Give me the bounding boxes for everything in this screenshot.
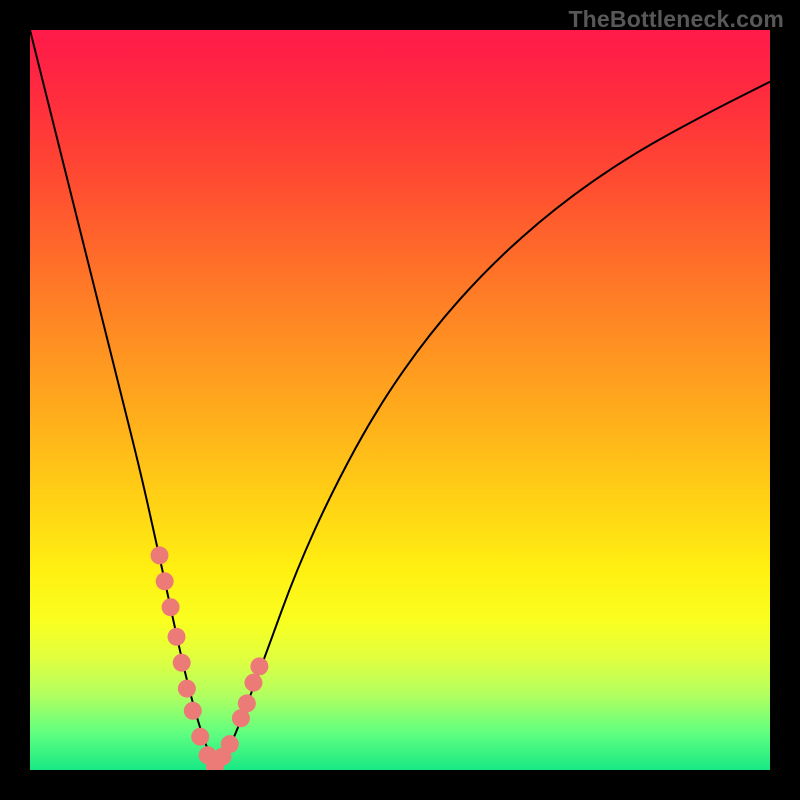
watermark-text: TheBottleneck.com [568, 6, 784, 33]
marker-group [151, 546, 269, 770]
data-marker [178, 680, 196, 698]
curve-layer [30, 30, 770, 770]
data-marker [168, 628, 186, 646]
data-marker [184, 702, 202, 720]
data-marker [244, 674, 262, 692]
bottleneck-curve [30, 30, 770, 761]
data-marker [250, 657, 268, 675]
data-marker [156, 572, 174, 590]
plot-area [30, 30, 770, 770]
data-marker [238, 694, 256, 712]
chart-frame: TheBottleneck.com [0, 0, 800, 800]
data-marker [221, 735, 239, 753]
data-marker [173, 654, 191, 672]
data-marker [151, 546, 169, 564]
data-marker [162, 598, 180, 616]
data-marker [191, 728, 209, 746]
